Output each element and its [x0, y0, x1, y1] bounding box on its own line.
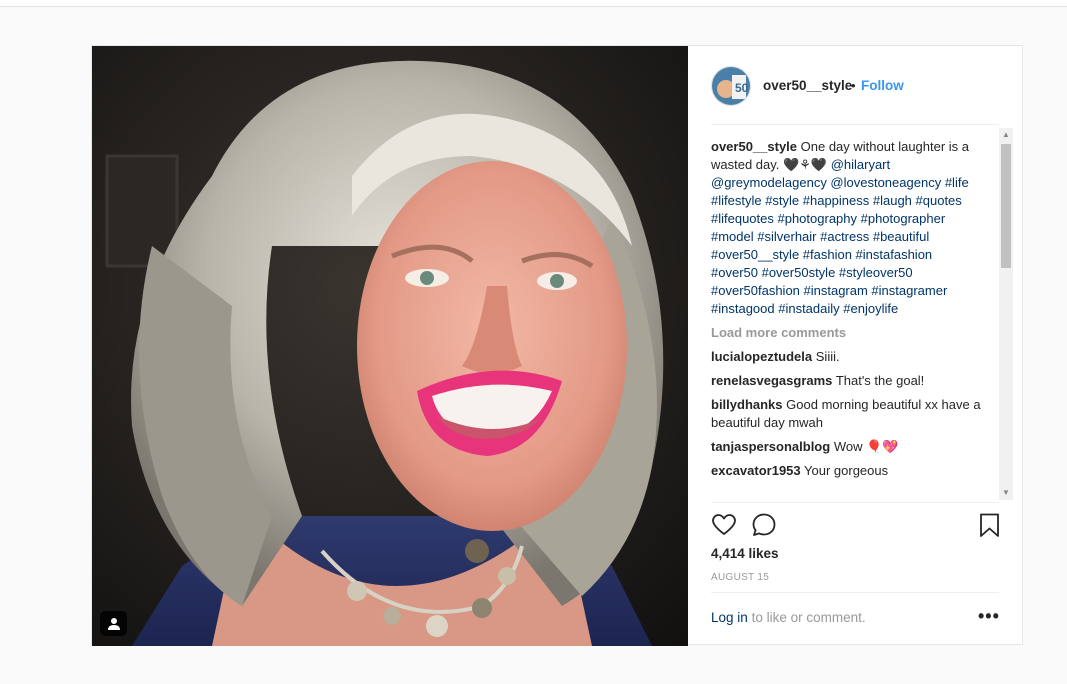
login-suffix-text: to like or comment.: [751, 610, 866, 625]
divider: [711, 592, 999, 593]
login-prompt: Log in to like or comment.: [711, 610, 866, 625]
comment-icon[interactable]: [751, 512, 779, 540]
bookmark-icon[interactable]: [977, 512, 1005, 540]
comment-username[interactable]: billydhanks: [711, 397, 783, 412]
separator-dot: •: [851, 78, 856, 93]
browser-top-edge: [0, 0, 1067, 7]
post-date[interactable]: AUGUST 15: [711, 572, 769, 583]
comment-username[interactable]: excavator1953: [711, 463, 801, 478]
comment-username[interactable]: lucialopeztudela: [711, 349, 812, 364]
comment-text: Wow 🎈💖: [833, 439, 899, 454]
login-link[interactable]: Log in: [711, 610, 748, 625]
heart-icon[interactable]: [711, 512, 739, 540]
comments-scrollbar[interactable]: ▲ ▼: [999, 128, 1013, 500]
post-photo[interactable]: [92, 46, 688, 646]
user-tag-icon[interactable]: [100, 611, 127, 636]
avatar[interactable]: 50: [711, 66, 751, 106]
comments-list: over50__style One day without laughter i…: [711, 138, 981, 500]
svg-text:50: 50: [735, 81, 749, 95]
caption: over50__style One day without laughter i…: [711, 138, 981, 318]
post-username[interactable]: over50__style: [763, 78, 852, 93]
comment-username[interactable]: renelasvegasgrams: [711, 373, 832, 388]
follow-button[interactable]: Follow: [861, 78, 904, 93]
scroll-up-icon[interactable]: ▲: [999, 128, 1013, 142]
divider: [711, 124, 999, 125]
more-options-icon[interactable]: •••: [978, 606, 1000, 627]
post-header: 50 over50__style • Follow: [688, 46, 1022, 124]
post-card: 50 over50__style • Follow over50__style …: [91, 45, 1023, 646]
comment-item: excavator1953 Your gorgeous: [711, 462, 981, 480]
action-bar: [711, 512, 1001, 540]
comment-item: tanjaspersonalblog Wow 🎈💖: [711, 438, 981, 456]
comment-item: lucialopeztudela Siiii.: [711, 348, 981, 366]
scroll-down-icon[interactable]: ▼: [999, 486, 1013, 500]
comment-item: renelasvegasgrams That's the goal!: [711, 372, 981, 390]
portrait-image: [92, 46, 688, 646]
scrollbar-thumb[interactable]: [1001, 144, 1011, 268]
comment-text: Siiii.: [815, 349, 840, 364]
load-more-comments-button[interactable]: Load more comments: [711, 324, 981, 342]
comment-item: billydhanks Good morning beautiful xx ha…: [711, 396, 981, 432]
comment-text: Your gorgeous: [804, 463, 889, 478]
likes-count[interactable]: 4,414 likes: [711, 546, 779, 561]
divider: [711, 502, 999, 503]
post-side-panel: 50 over50__style • Follow over50__style …: [688, 46, 1022, 644]
comment-text: That's the goal!: [835, 373, 925, 388]
caption-username[interactable]: over50__style: [711, 139, 797, 154]
comment-username[interactable]: tanjaspersonalblog: [711, 439, 830, 454]
caption-hashtags[interactable]: #life #lifestyle #style #happiness #laug…: [711, 175, 969, 316]
